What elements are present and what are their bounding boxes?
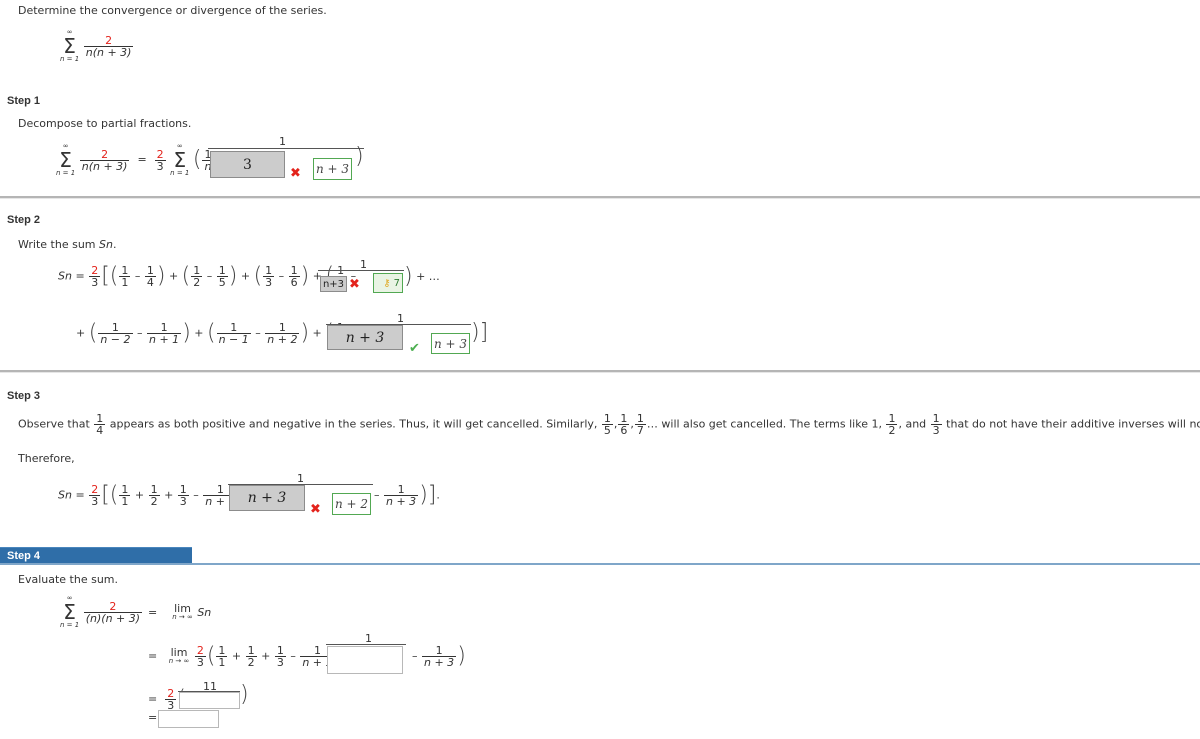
step-4-final-answer-input[interactable] (158, 710, 219, 728)
step-2-correct-answer: n + 3 (431, 333, 470, 354)
close-paren: ) (355, 144, 364, 169)
step-3-correct-answer: n + 2 (332, 493, 371, 515)
step-4-input-line-3[interactable] (179, 692, 240, 709)
step-4-line-4-eq: = (148, 711, 158, 724)
step-2-line-1: Sn = 2 3[(1 1 – 1 4) + (1 2 – 1 5) + (1 3 – 16… (58, 263, 357, 289)
question-prompt: Determine the convergence or divergence … (18, 4, 327, 17)
fraction-bar (318, 270, 404, 271)
step-2-answer-input-1[interactable]: n+3 (320, 276, 347, 292)
step-4-line-2: = limn → ∞ 23(11 + 12 + 13 – 1n + 1 – (148, 643, 345, 669)
step-2-hint-answer: ⚷ 7 (373, 273, 403, 293)
step-4-line-1: = lim n → ∞ Sn (148, 602, 212, 621)
step-4-label[interactable]: Step 4 (0, 547, 192, 564)
step-4-line-2-tail: – 1n + 3) (412, 643, 466, 669)
fraction-bar (208, 148, 364, 149)
correct-check-icon: ✔ (409, 341, 420, 356)
step-1-answer-input[interactable]: 3 (210, 151, 285, 178)
close-bracket: )] (471, 320, 489, 345)
step-3-answer-input[interactable]: n + 3 (229, 485, 305, 511)
step-3-sn-equation: Sn = 23[(11 + 12 + 13 – 1n + 1 – (58, 482, 247, 508)
incorrect-x-icon: ✖ (310, 502, 321, 517)
step-1-correct-answer: n + 3 (313, 158, 352, 180)
step-4-instruction: Evaluate the sum. (18, 573, 119, 586)
step-2-line-2: + (1 n − 2 – 1n + 1) + (1 n − 1 – 1n + 2) … (76, 322, 356, 345)
step-2-line-1-tail: ) + … (404, 264, 440, 289)
fraction-bar (326, 644, 406, 645)
step-3-label[interactable]: Step 3 (7, 390, 40, 402)
section-divider (0, 196, 1200, 199)
step-3-observation: Observe that 14 appears as both positive… (18, 412, 1200, 437)
step-1-frac-numerator: 1 (279, 135, 286, 148)
question-series: ∞ Σ n = 1 2 n(n + 3) (60, 28, 134, 63)
step-3-sn-tail: – 1n + 3)]. (374, 482, 440, 508)
step-2-answer-input-2[interactable]: n + 3 (327, 325, 403, 350)
incorrect-x-icon: ✖ (349, 277, 360, 292)
step-1-label[interactable]: Step 1 (7, 95, 40, 107)
close-paren: ) (240, 682, 249, 707)
incorrect-x-icon: ✖ (290, 166, 301, 181)
step-4-input-denominator[interactable] (327, 646, 403, 674)
key-icon[interactable]: ⚷ (383, 278, 390, 289)
therefore-text: Therefore, (18, 452, 75, 465)
step-1-instruction: Decompose to partial fractions. (18, 117, 192, 130)
section-divider (0, 370, 1200, 373)
sigma-symbol: ∞ Σ n = 1 (60, 28, 80, 63)
section-divider-active (0, 563, 1200, 565)
step-4-lhs: ∞ Σn = 1 2 (n)(n + 3) (60, 594, 143, 629)
step-2-instruction: Write the sum Sn. (18, 238, 117, 251)
step-2-label[interactable]: Step 2 (7, 214, 40, 226)
step-1-equation: ∞Σn = 1 2n(n + 3) = 23 ∞Σn = 1 (1n – (56, 142, 223, 177)
